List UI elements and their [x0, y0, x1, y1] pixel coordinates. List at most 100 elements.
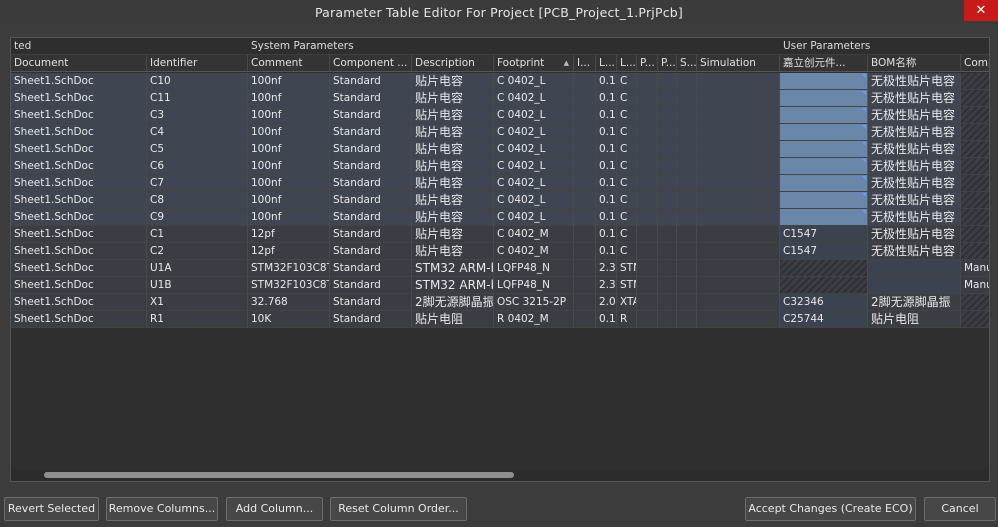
- cell-u1[interactable]: [780, 90, 868, 107]
- cell-p2[interactable]: [658, 209, 677, 226]
- cell-l2[interactable]: C: [617, 90, 637, 107]
- cell-u2[interactable]: 无极性贴片电容: [868, 73, 961, 90]
- remove-columns-button[interactable]: Remove Columns...: [106, 497, 218, 521]
- cell-id[interactable]: C5: [147, 141, 248, 158]
- cell-comp[interactable]: Standard: [330, 226, 412, 243]
- cell-u1[interactable]: [780, 141, 868, 158]
- cell-sim[interactable]: [697, 90, 780, 107]
- cell-doc[interactable]: Sheet1.SchDoc: [11, 107, 147, 124]
- column-header-13[interactable]: 嘉立创元件...: [780, 55, 868, 72]
- cell-comp[interactable]: Standard: [330, 277, 412, 294]
- cell-p2[interactable]: [658, 124, 677, 141]
- cell-s[interactable]: [677, 192, 697, 209]
- reset-column-order-button[interactable]: Reset Column Order...: [330, 497, 467, 521]
- table-row[interactable]: Sheet1.SchDoc C7 100nf Standard 贴片电容 C 0402_L…: [11, 175, 989, 192]
- cell-u3[interactable]: [961, 107, 989, 124]
- column-header-10[interactable]: P...: [658, 55, 677, 72]
- column-header-15[interactable]: Comp: [961, 55, 989, 72]
- table-row[interactable]: Sheet1.SchDoc C2 12pf Standard 贴片电容 C 0402_M 0…: [11, 243, 989, 260]
- cell-s[interactable]: [677, 158, 697, 175]
- cell-l2[interactable]: STM: [617, 260, 637, 277]
- cell-u2[interactable]: 无极性贴片电容: [868, 107, 961, 124]
- cell-comment[interactable]: 12pf: [248, 243, 330, 260]
- cell-u2[interactable]: 无极性贴片电容: [868, 226, 961, 243]
- cell-doc[interactable]: Sheet1.SchDoc: [11, 277, 147, 294]
- cell-fp[interactable]: LQFP48_N: [494, 277, 574, 294]
- add-column-button[interactable]: Add Column...: [226, 497, 323, 521]
- cell-desc[interactable]: 贴片电阻: [412, 311, 494, 328]
- cell-l1[interactable]: 0.1: [596, 107, 617, 124]
- cell-p2[interactable]: [658, 243, 677, 260]
- cell-l2[interactable]: C: [617, 107, 637, 124]
- cell-doc[interactable]: Sheet1.SchDoc: [11, 124, 147, 141]
- table-row[interactable]: Sheet1.SchDoc C8 100nf Standard 贴片电容 C 0402_L…: [11, 192, 989, 209]
- cell-fp[interactable]: C 0402_L: [494, 209, 574, 226]
- cell-desc[interactable]: 贴片电容: [412, 124, 494, 141]
- cell-p2[interactable]: [658, 175, 677, 192]
- cell-desc[interactable]: 贴片电容: [412, 175, 494, 192]
- cell-l2[interactable]: C: [617, 226, 637, 243]
- cell-id[interactable]: C6: [147, 158, 248, 175]
- cell-u2[interactable]: 无极性贴片电容: [868, 141, 961, 158]
- cell-p1[interactable]: [637, 294, 658, 311]
- cell-l1[interactable]: 0.1: [596, 243, 617, 260]
- cell-i[interactable]: [574, 175, 596, 192]
- cell-p1[interactable]: [637, 311, 658, 328]
- cell-i[interactable]: [574, 243, 596, 260]
- cell-sim[interactable]: [697, 294, 780, 311]
- cell-u3[interactable]: [961, 294, 989, 311]
- cell-u3[interactable]: Manu: [961, 277, 989, 294]
- cell-fp[interactable]: C 0402_L: [494, 175, 574, 192]
- cell-p1[interactable]: [637, 209, 658, 226]
- cell-comp[interactable]: Standard: [330, 141, 412, 158]
- cell-comp[interactable]: Standard: [330, 294, 412, 311]
- cell-comment[interactable]: 100nf: [248, 124, 330, 141]
- cell-comp[interactable]: Standard: [330, 260, 412, 277]
- cell-fp[interactable]: C 0402_L: [494, 192, 574, 209]
- cell-u3[interactable]: Manu: [961, 260, 989, 277]
- table-row[interactable]: Sheet1.SchDoc C3 100nf Standard 贴片电容 C 0402_L…: [11, 107, 989, 124]
- cell-p1[interactable]: [637, 90, 658, 107]
- cell-p2[interactable]: [658, 226, 677, 243]
- cell-doc[interactable]: Sheet1.SchDoc: [11, 158, 147, 175]
- cell-p1[interactable]: [637, 260, 658, 277]
- cell-u3[interactable]: [961, 175, 989, 192]
- cell-u1[interactable]: [780, 175, 868, 192]
- cell-p2[interactable]: [658, 90, 677, 107]
- cell-fp[interactable]: C 0402_L: [494, 107, 574, 124]
- cell-fp[interactable]: C 0402_L: [494, 124, 574, 141]
- table-row[interactable]: Sheet1.SchDocU1ASTM32F103C8T6StandardSTM…: [11, 260, 989, 277]
- cell-u2[interactable]: 贴片电阻: [868, 311, 961, 328]
- cell-u2[interactable]: 无极性贴片电容: [868, 90, 961, 107]
- cell-id[interactable]: C1: [147, 226, 248, 243]
- cell-s[interactable]: [677, 124, 697, 141]
- cell-l2[interactable]: C: [617, 192, 637, 209]
- cell-id[interactable]: C10: [147, 73, 248, 90]
- cell-desc[interactable]: STM32 ARM-based: [412, 260, 494, 277]
- cell-comment[interactable]: 10K: [248, 311, 330, 328]
- cell-comment[interactable]: 12pf: [248, 226, 330, 243]
- cell-p1[interactable]: [637, 158, 658, 175]
- cell-comment[interactable]: 100nf: [248, 192, 330, 209]
- cell-comp[interactable]: Standard: [330, 243, 412, 260]
- cell-desc[interactable]: 贴片电容: [412, 107, 494, 124]
- cell-fp[interactable]: C 0402_L: [494, 90, 574, 107]
- cell-sim[interactable]: [697, 192, 780, 209]
- cell-p1[interactable]: [637, 73, 658, 90]
- cell-u2[interactable]: 无极性贴片电容: [868, 192, 961, 209]
- cell-s[interactable]: [677, 175, 697, 192]
- column-header-1[interactable]: Identifier: [147, 55, 248, 72]
- cell-u3[interactable]: [961, 124, 989, 141]
- cell-doc[interactable]: Sheet1.SchDoc: [11, 90, 147, 107]
- cell-id[interactable]: X1: [147, 294, 248, 311]
- cell-comp[interactable]: Standard: [330, 209, 412, 226]
- cell-s[interactable]: [677, 107, 697, 124]
- cell-u2[interactable]: 无极性贴片电容: [868, 243, 961, 260]
- cell-s[interactable]: [677, 141, 697, 158]
- cell-sim[interactable]: [697, 175, 780, 192]
- cell-p2[interactable]: [658, 107, 677, 124]
- cell-u1[interactable]: [780, 73, 868, 90]
- cell-u1[interactable]: [780, 107, 868, 124]
- cell-comment[interactable]: 100nf: [248, 175, 330, 192]
- cell-u2[interactable]: 无极性贴片电容: [868, 209, 961, 226]
